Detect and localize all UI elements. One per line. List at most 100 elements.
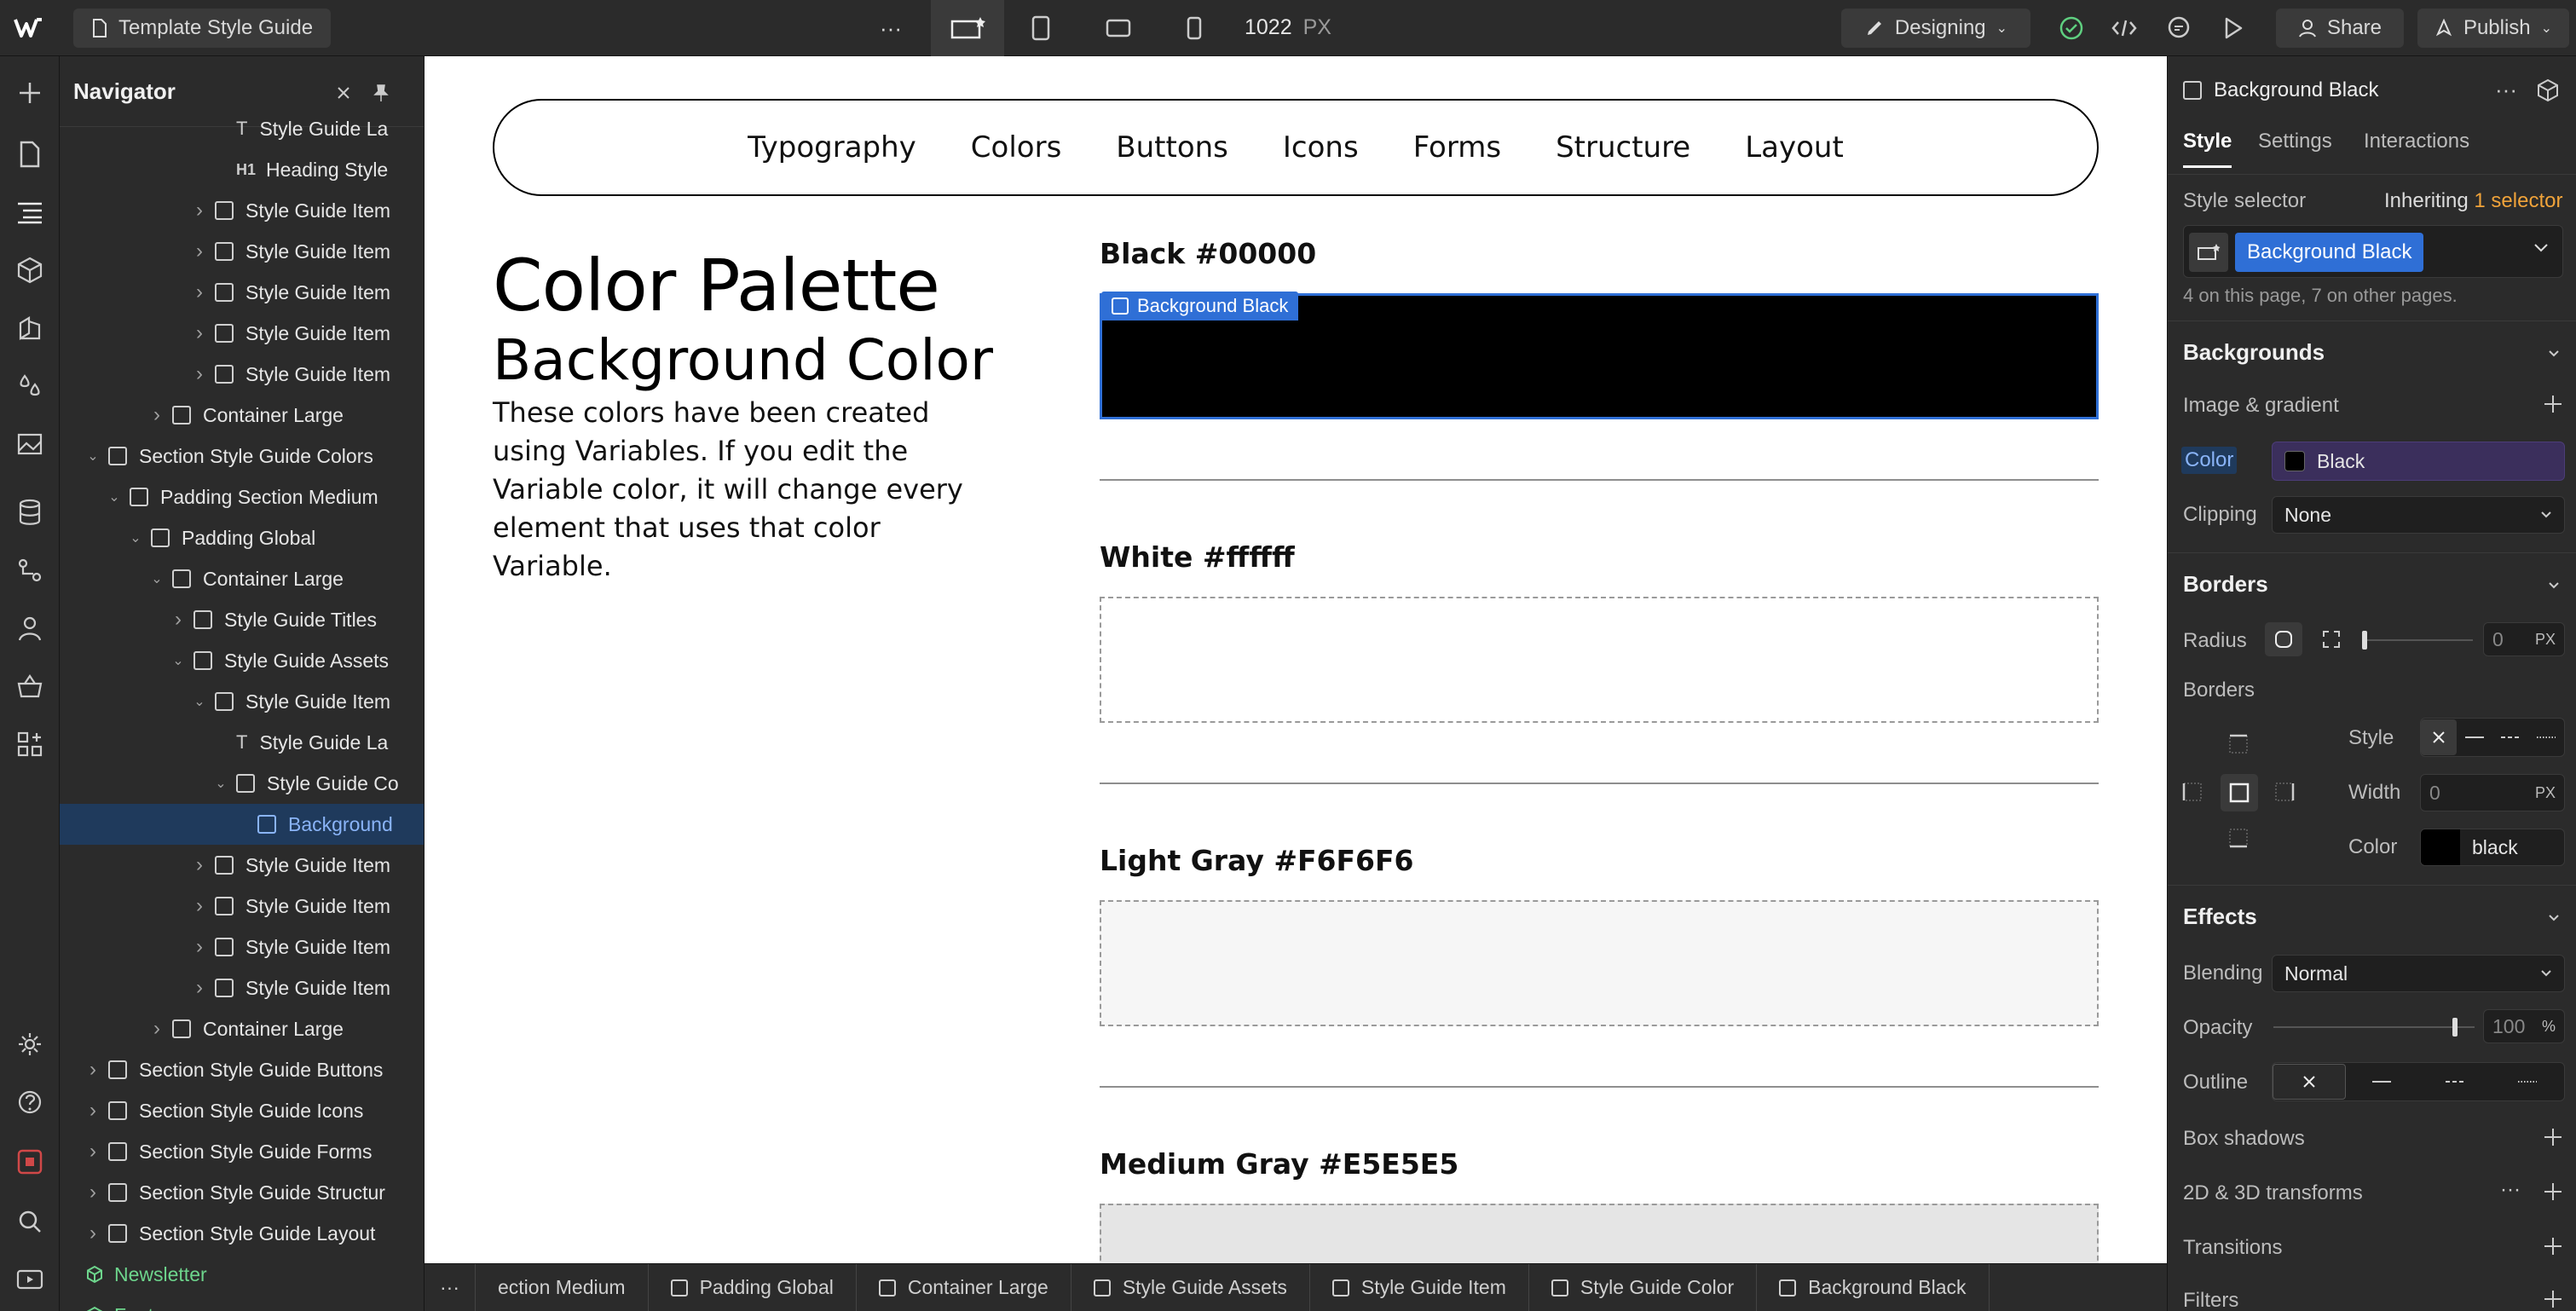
navigator-icon[interactable] <box>12 194 48 230</box>
radius-slider-handle[interactable] <box>2362 631 2367 650</box>
opacity-slider[interactable] <box>2273 1018 2475 1037</box>
chevron-right-icon[interactable]: › <box>84 1058 101 1081</box>
outline-dotted-button[interactable] <box>2492 1080 2565 1083</box>
page-heading[interactable]: Color Palette <box>493 244 940 327</box>
canvas-width-readout[interactable]: 1022 PX <box>1245 15 1331 40</box>
navigator-tree-item[interactable]: › Container Large <box>60 1008 424 1049</box>
breadcrumb-item[interactable]: Padding Global <box>649 1263 857 1311</box>
breadcrumb-item[interactable]: Style Guide Color <box>1529 1263 1758 1311</box>
swatch-box[interactable] <box>1100 1204 2099 1263</box>
nav-link[interactable]: Buttons <box>1116 130 1228 165</box>
navigator-tree-item[interactable]: ⌄ Padding Section Medium <box>60 476 424 517</box>
element-more-button[interactable]: ··· <box>2495 77 2517 103</box>
publish-button[interactable]: Publish ⌄ <box>2417 9 2569 48</box>
bg-color-field[interactable]: Black <box>2272 442 2565 481</box>
transforms-more-button[interactable]: ··· <box>2500 1178 2521 1202</box>
border-style-dotted-button[interactable] <box>2528 736 2564 739</box>
description-paragraph[interactable]: These colors have been created using Var… <box>493 394 1004 586</box>
page-selector-button[interactable]: Template Style Guide <box>73 9 331 48</box>
panel-tab[interactable]: Settings <box>2258 130 2332 165</box>
breadcrumb-item[interactable]: Background Black <box>1757 1263 1990 1311</box>
add-elements-icon[interactable] <box>12 75 48 111</box>
chevron-right-icon[interactable]: › <box>191 240 208 263</box>
border-top-button[interactable] <box>2227 733 2250 755</box>
outline-none-button[interactable] <box>2273 1064 2346 1100</box>
breadcrumb-item[interactable]: Style Guide Assets <box>1071 1263 1310 1311</box>
nav-link[interactable]: Layout <box>1745 130 1844 165</box>
chevron-right-icon[interactable]: › <box>191 199 208 222</box>
panel-tab[interactable]: Interactions <box>2364 130 2469 165</box>
navigator-tree-item[interactable]: › Style Guide Item <box>60 354 424 395</box>
outline-dashed-button[interactable] <box>2418 1080 2492 1083</box>
chevron-right-icon[interactable]: › <box>191 321 208 344</box>
users-icon[interactable] <box>12 610 48 646</box>
selector-field[interactable]: Background Black <box>2183 225 2563 278</box>
add-filter-icon[interactable] <box>2543 1289 2563 1309</box>
selector-chip[interactable]: Background Black <box>2235 233 2424 272</box>
navigator-tree-item[interactable]: ⌄ Section Style Guide Colors <box>60 436 424 476</box>
apps-icon[interactable] <box>12 726 48 762</box>
border-style-none-button[interactable] <box>2421 719 2457 755</box>
ecommerce-basket-icon[interactable] <box>12 668 48 704</box>
navigator-tree-item[interactable]: › Section Style Guide Buttons <box>60 1049 424 1090</box>
navigator-tree-item[interactable]: ⌄ Style Guide Co <box>60 763 424 804</box>
blending-select[interactable]: Normal <box>2272 955 2565 992</box>
chevron-down-icon[interactable]: ⌄ <box>127 529 144 546</box>
swatch-title[interactable]: White #ffffff <box>1100 540 1295 574</box>
comments-button[interactable] <box>2160 9 2198 48</box>
border-right-button[interactable] <box>2273 781 2296 803</box>
chevron-down-icon[interactable]: ⌄ <box>148 570 165 587</box>
tablet-breakpoint-button[interactable] <box>1019 9 1062 48</box>
chevron-down-icon[interactable]: ⌄ <box>212 775 229 792</box>
navigator-tree-item[interactable]: › Section Style Guide Structur <box>60 1172 424 1213</box>
cms-database-icon[interactable] <box>12 494 48 530</box>
components-icon[interactable] <box>12 252 48 288</box>
chevron-right-icon[interactable]: › <box>191 280 208 303</box>
panel-tab[interactable]: Style <box>2183 130 2232 168</box>
nav-link[interactable]: Typography <box>748 130 916 165</box>
navigator-tree-item[interactable]: › Container Large <box>60 395 424 436</box>
chevron-down-icon[interactable] <box>2533 243 2549 253</box>
border-left-button[interactable] <box>2181 781 2203 803</box>
pages-icon[interactable] <box>12 136 48 172</box>
variables-icon[interactable] <box>12 368 48 404</box>
assets-icon[interactable] <box>12 426 48 462</box>
page-subheading[interactable]: Background Color <box>493 327 993 393</box>
selected-element-tag[interactable]: Background Black <box>1101 292 1299 321</box>
radius-slider[interactable] <box>2362 631 2473 650</box>
navigator-tree-item[interactable]: ⌄ Padding Global <box>60 517 424 558</box>
radius-input[interactable]: 0 PX <box>2483 622 2565 656</box>
navigator-tree-item[interactable]: Footer <box>60 1295 424 1311</box>
navigator-tree-item[interactable]: › Style Guide Item <box>60 272 424 313</box>
chevron-right-icon[interactable]: › <box>191 935 208 958</box>
search-icon[interactable] <box>12 1204 48 1239</box>
opacity-input[interactable]: 100 % <box>2483 1009 2565 1043</box>
mode-dropdown[interactable]: Designing ⌄ <box>1841 9 2030 48</box>
close-icon[interactable] <box>331 80 356 106</box>
breadcrumb-item[interactable]: ection Medium <box>476 1263 649 1311</box>
navigator-tree-item[interactable]: › Style Guide Item <box>60 313 424 354</box>
chevron-down-icon[interactable]: ⌄ <box>106 488 123 505</box>
code-button[interactable] <box>2105 9 2143 48</box>
chevron-down-icon[interactable]: ⌄ <box>191 693 208 710</box>
navigator-tree-item[interactable]: › Section Style Guide Layout <box>60 1213 424 1254</box>
clipping-select[interactable]: None <box>2272 496 2565 534</box>
desktop-breakpoint-button[interactable] <box>931 0 1004 56</box>
chevron-right-icon[interactable]: › <box>191 894 208 917</box>
chevron-right-icon[interactable]: › <box>84 1181 101 1204</box>
navigator-tree-item[interactable]: › Style Guide Item <box>60 886 424 927</box>
effects-section-title[interactable]: Effects <box>2183 904 2257 930</box>
swatch-title[interactable]: Medium Gray #E5E5E5 <box>1100 1147 1458 1181</box>
nav-link[interactable]: Icons <box>1283 130 1359 165</box>
navigator-tree-item[interactable]: › Style Guide Item <box>60 845 424 886</box>
webflow-logo[interactable] <box>12 14 46 43</box>
chevron-right-icon[interactable]: › <box>84 1221 101 1245</box>
swatch-title[interactable]: Black #00000 <box>1100 237 1316 270</box>
inheriting-info[interactable]: Inheriting 1 selector <box>2384 189 2562 213</box>
outline-solid-button[interactable] <box>2346 1080 2419 1083</box>
design-canvas[interactable]: Typography Colors Buttons Icons Forms Structu… <box>425 56 2167 1263</box>
chevron-right-icon[interactable]: › <box>84 1140 101 1163</box>
border-style-dashed-button[interactable] <box>2492 736 2528 739</box>
navigator-tree-item[interactable]: T Style Guide La <box>60 722 424 763</box>
navigator-tree-item[interactable]: H1 Heading Style <box>60 149 424 190</box>
